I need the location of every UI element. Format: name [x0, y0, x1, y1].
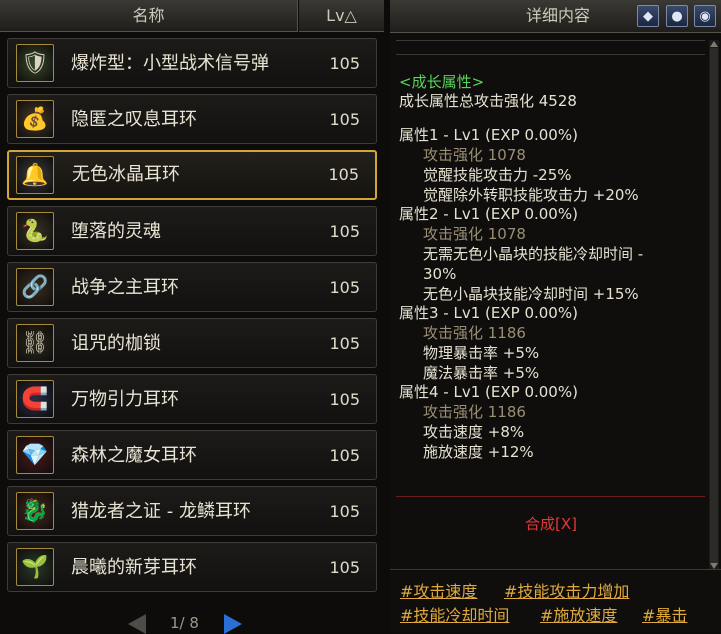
list-item[interactable]: 💰 隐匿之叹息耳环 105 [7, 94, 377, 144]
attr-effect: 物理暴击率 +5% [423, 344, 540, 362]
name-column-header[interactable]: 名称 [0, 0, 298, 32]
list-item[interactable]: 🔗 战争之主耳环 105 [7, 262, 377, 312]
list-item[interactable]: 🔔 无色冰晶耳环 105 [7, 150, 377, 200]
pager: 1/ 8 [0, 608, 384, 634]
tag-link[interactable]: #技能冷却时间 [400, 602, 509, 626]
scroll-thumb[interactable] [710, 48, 718, 563]
warlord-earring-icon: 🔗 [16, 268, 54, 306]
item-name: 森林之魔女耳环 [71, 445, 197, 466]
item-level: 105 [329, 54, 360, 73]
location-pin-icon[interactable]: ● [666, 5, 688, 27]
level-column-label: Lv△ [326, 6, 357, 25]
attr-attack: 攻击强化 1186 [423, 324, 526, 342]
item-level: 105 [329, 390, 360, 409]
detail-scrollbar[interactable] [709, 40, 719, 570]
attr-effect: 30% [423, 265, 457, 283]
attr-effect: 觉醒技能攻击力 -25% [423, 166, 572, 184]
tag-link[interactable]: #技能攻击力增加 [504, 578, 629, 602]
equipment-list-panel: 名称 Lv△ 🛡 爆炸型：小型战术信号弹 105 💰 隐匿之叹息耳环 105 🔔 无色冰晶耳环… [0, 0, 384, 634]
synthesis-divider [396, 496, 705, 497]
next-page-icon[interactable] [224, 614, 242, 634]
attr-effect: 魔法暴击率 +5% [423, 364, 540, 382]
detail-header: 详细内容 ◆ ● ◉ [390, 0, 721, 33]
item-name: 爆炸型：小型战术信号弹 [71, 53, 269, 74]
attr-effect: 无色小晶块技能冷却时间 +15% [423, 285, 639, 303]
attr-title: 属性2 - Lv1 (EXP 0.00%) [399, 205, 578, 223]
list-item[interactable]: 🛡 爆炸型：小型战术信号弹 105 [7, 38, 377, 88]
detail-panel: 详细内容 ◆ ● ◉ <成长属性> 成长属性总攻击强化 4528 属性1 - Lv1… [390, 0, 721, 633]
fallen-soul-icon: 🐍 [16, 212, 54, 250]
tag-list: #攻击速度 #技能攻击力增加 #技能冷却时间 #施放速度 #暴击 [390, 569, 721, 634]
attr-attack: 攻击强化 1078 [423, 146, 526, 164]
scroll-up-icon[interactable] [710, 41, 718, 47]
list-item[interactable]: ⛓ 诅咒的枷锁 105 [7, 318, 377, 368]
item-name: 战争之主耳环 [71, 277, 179, 298]
synthesis-label: 合成[X] [525, 515, 577, 533]
attr-effect: 施放速度 +12% [423, 443, 534, 461]
wolf-icon[interactable]: ◆ [637, 5, 659, 27]
dragon-scale-earring-icon: 🐉 [16, 492, 54, 530]
ice-crystal-earring-icon: 🔔 [16, 156, 54, 194]
grenade-icon: 🛡 [16, 44, 54, 82]
item-level: 105 [329, 446, 360, 465]
item-level: 105 [329, 558, 360, 577]
item-name: 无色冰晶耳环 [72, 164, 180, 185]
detail-content: <成长属性> 成长属性总攻击强化 4528 属性1 - Lv1 (EXP 0.00%… [396, 40, 705, 533]
growth-total: 成长属性总攻击强化 4528 [399, 92, 577, 110]
item-level: 105 [329, 278, 360, 297]
item-name: 隐匿之叹息耳环 [71, 109, 197, 130]
item-level: 105 [329, 502, 360, 521]
item-level: 105 [329, 334, 360, 353]
attr-effect: 攻击速度 +8% [423, 423, 525, 441]
tag-link[interactable]: #攻击速度 [400, 578, 477, 602]
item-name: 晨曦的新芽耳环 [71, 557, 197, 578]
growth-header: <成长属性> [399, 73, 485, 91]
prev-page-icon[interactable] [128, 614, 146, 634]
divider [396, 54, 705, 55]
attr-attack: 攻击强化 1186 [423, 403, 526, 421]
sack-earring-icon: 💰 [16, 100, 54, 138]
cursed-shackle-icon: ⛓ [16, 324, 54, 362]
eye-icon[interactable]: ◉ [694, 5, 716, 27]
name-column-label: 名称 [132, 6, 165, 25]
item-level: 105 [329, 110, 360, 129]
item-name: 万物引力耳环 [71, 389, 179, 410]
attr-effect: 无需无色小晶块的技能冷却时间 - [423, 245, 644, 263]
item-name: 诅咒的枷锁 [71, 333, 161, 354]
item-level: 105 [328, 165, 359, 184]
attr-title: 属性1 - Lv1 (EXP 0.00%) [399, 126, 578, 144]
tag-link[interactable]: #施放速度 [540, 602, 617, 626]
attr-title: 属性4 - Lv1 (EXP 0.00%) [399, 383, 578, 401]
list-item[interactable]: 🌱 晨曦的新芽耳环 105 [7, 542, 377, 592]
attr-effect: 觉醒除外转职技能攻击力 +20% [423, 186, 639, 204]
attr-attack: 攻击强化 1078 [423, 225, 526, 243]
item-name: 堕落的灵魂 [71, 221, 161, 242]
gravity-earring-icon: 🧲 [16, 380, 54, 418]
tag-link[interactable]: #暴击 [642, 602, 687, 626]
sprout-earring-icon: 🌱 [16, 548, 54, 586]
attr-title: 属性3 - Lv1 (EXP 0.00%) [399, 304, 578, 322]
item-name: 猎龙者之证 - 龙鳞耳环 [71, 501, 251, 522]
level-column-header[interactable]: Lv△ [299, 0, 384, 32]
list-item[interactable]: 🧲 万物引力耳环 105 [7, 374, 377, 424]
list-item[interactable]: 🐍 堕落的灵魂 105 [7, 206, 377, 256]
item-level: 105 [329, 222, 360, 241]
list-item[interactable]: 💎 森林之魔女耳环 105 [7, 430, 377, 480]
detail-title: 详细内容 [526, 6, 591, 25]
page-indicator: 1/ 8 [170, 614, 199, 632]
list-item[interactable]: 🐉 猎龙者之证 - 龙鳞耳环 105 [7, 486, 377, 536]
forest-witch-earring-icon: 💎 [16, 436, 54, 474]
